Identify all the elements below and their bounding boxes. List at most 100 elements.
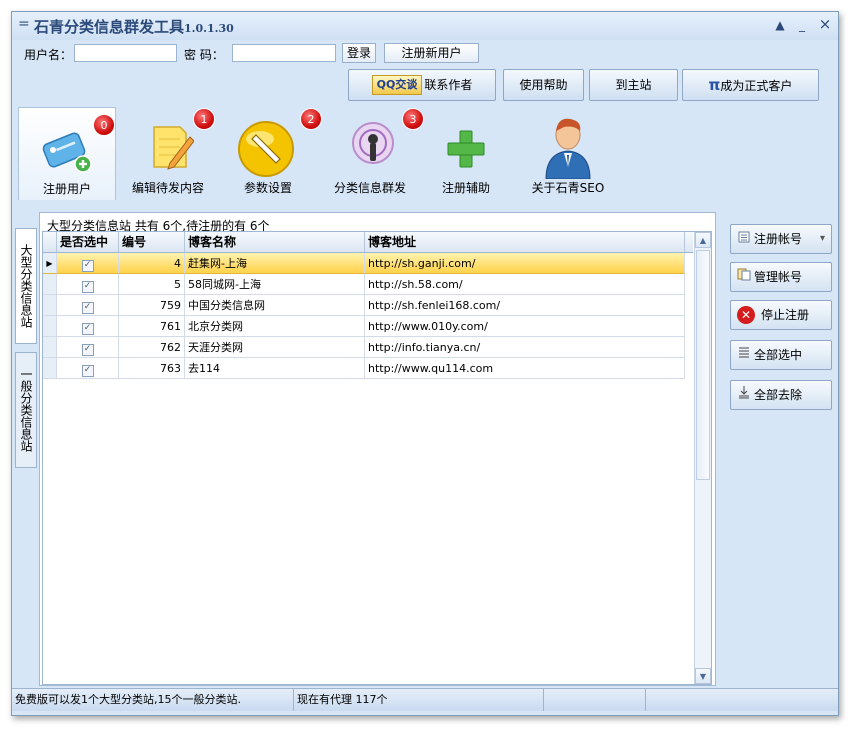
table-row[interactable]: ✓ 762 天涯分类网 http://info.tianya.cn/	[43, 337, 685, 358]
toolbar-label: 关于石青SEO	[531, 181, 605, 195]
sites-panel: 大型分类信息站 共有 6个,待注册的有 6个 是否选中 编号 博客名称 博客地址…	[39, 212, 716, 686]
grid-header: 是否选中 编号 博客名称 博客地址	[43, 232, 693, 253]
row-checkbox[interactable]: ✓	[81, 344, 94, 356]
row-blog-url: http://sh.58.com/	[365, 274, 685, 295]
register-account-button[interactable]: 注册帐号 ▾	[730, 224, 832, 254]
row-checkbox-cell[interactable]: ✓	[57, 358, 119, 379]
select-all-button[interactable]: 全部选中	[730, 340, 832, 370]
toolbar-edit-content[interactable]: 1 编辑待发内容	[120, 107, 216, 199]
scroll-thumb[interactable]	[696, 250, 710, 480]
scroll-down-button[interactable]: ▼	[695, 668, 711, 684]
stop-register-label: 停止注册	[761, 308, 810, 322]
toolbar-label: 注册用户	[42, 182, 91, 196]
row-id: 762	[119, 337, 185, 358]
toolbar-label: 参数设置	[243, 181, 292, 195]
user-avatar-icon	[545, 118, 591, 179]
row-blog-url: http://www.qu114.com	[365, 358, 685, 379]
row-blog-url: http://sh.ganji.com/	[365, 253, 685, 274]
contact-author-label: 联系作者	[424, 78, 473, 92]
status-proxy-count: 现在有代理 117个	[294, 689, 544, 711]
stop-register-button[interactable]: ✕ 停止注册	[730, 300, 832, 330]
minimize-button[interactable]: _	[794, 18, 810, 34]
row-checkbox-cell[interactable]: ✓	[57, 253, 119, 274]
row-blog-name: 北京分类网	[185, 316, 365, 337]
tab-general-sites[interactable]: 一般分类信息站	[15, 352, 37, 468]
manage-account-button[interactable]: 管理帐号	[730, 262, 832, 292]
row-checkbox[interactable]: ✓	[81, 323, 94, 335]
table-row[interactable]: ✓ 761 北京分类网 http://www.010y.com/	[43, 316, 685, 337]
column-header-name[interactable]: 博客名称	[185, 232, 365, 252]
toolbar-label: 编辑待发内容	[131, 181, 204, 195]
toolbar-broadcast[interactable]: 3 分类信息群发	[322, 107, 424, 199]
system-menu-icon[interactable]: =	[18, 16, 30, 32]
tab-large-sites[interactable]: 大型分类信息站	[15, 228, 37, 344]
row-header	[43, 295, 57, 316]
row-checkbox[interactable]: ✓	[81, 302, 94, 314]
row-checkbox-cell[interactable]: ✓	[57, 274, 119, 295]
app-window: = 石青分类信息群发工具1.0.1.30 ▲ _ × 用户名： 密 码： 登录 …	[11, 11, 839, 716]
scroll-up-button[interactable]: ▲	[695, 232, 711, 248]
status-bar: 免费版可以发1个大型分类站,15个一般分类站. 现在有代理 117个	[12, 688, 838, 711]
toolbar-register-user[interactable]: 0 注册用户	[18, 107, 116, 200]
tag-add-icon	[42, 132, 92, 173]
plus-icon	[447, 130, 485, 168]
register-account-label: 注册帐号	[754, 232, 803, 246]
help-button[interactable]: 使用帮助	[503, 69, 584, 101]
table-row[interactable]: ▶ ✓ 4 赶集网-上海 http://sh.ganji.com/	[43, 253, 685, 274]
row-header	[43, 358, 57, 379]
grid-scrollbar[interactable]: ▲ ▼	[694, 232, 711, 684]
remove-all-icon	[737, 381, 751, 409]
note-pencil-icon	[153, 126, 194, 170]
list-icon	[737, 225, 751, 253]
row-id: 763	[119, 358, 185, 379]
table-row[interactable]: ✓ 759 中国分类信息网 http://sh.fenlei168.com/	[43, 295, 685, 316]
title-bar: = 石青分类信息群发工具1.0.1.30 ▲ _ ×	[12, 12, 838, 40]
row-checkbox[interactable]: ✓	[81, 260, 94, 272]
toolbar-badge: 2	[300, 108, 322, 130]
row-blog-name: 中国分类信息网	[185, 295, 365, 316]
current-row-indicator: ▶	[43, 253, 57, 274]
remove-all-button[interactable]: 全部去除	[730, 380, 832, 410]
username-input[interactable]	[74, 44, 177, 62]
row-checkbox-cell[interactable]: ✓	[57, 316, 119, 337]
column-header-checked[interactable]: 是否选中	[57, 232, 119, 252]
table-row[interactable]: ✓ 5 58同城网-上海 http://sh.58.com/	[43, 274, 685, 295]
row-checkbox[interactable]: ✓	[81, 365, 94, 377]
close-button[interactable]: ×	[817, 15, 833, 33]
row-id: 759	[119, 295, 185, 316]
window-title: 石青分类信息群发工具1.0.1.30	[34, 18, 234, 36]
status-free-version: 免费版可以发1个大型分类站,15个一般分类站.	[12, 689, 294, 711]
toolbar-label: 分类信息群发	[333, 181, 406, 195]
password-input[interactable]	[232, 44, 336, 62]
register-new-user-button[interactable]: 注册新用户	[384, 43, 479, 63]
pi-icon: π	[708, 76, 721, 94]
username-label: 用户名：	[24, 48, 73, 62]
password-label: 密 码：	[184, 48, 224, 62]
column-header-id[interactable]: 编号	[119, 232, 185, 252]
row-header	[43, 316, 57, 337]
row-header-corner	[43, 232, 57, 252]
toolbar-badge: 0	[93, 114, 115, 136]
column-header-url[interactable]: 博客地址	[365, 232, 685, 252]
toolbar-badge: 1	[193, 108, 215, 130]
row-checkbox-cell[interactable]: ✓	[57, 295, 119, 316]
become-customer-label: 成为正式客户	[720, 79, 793, 93]
qq-chat-icon: QQ交谈	[371, 75, 423, 95]
row-checkbox[interactable]: ✓	[81, 281, 94, 293]
become-customer-button[interactable]: π成为正式客户	[682, 69, 819, 101]
toolbar-register-assist[interactable]: 注册辅助	[418, 107, 514, 199]
contact-author-button[interactable]: QQ交谈 联系作者	[348, 69, 496, 101]
status-cell-empty	[544, 689, 646, 711]
row-blog-url: http://www.010y.com/	[365, 316, 685, 337]
row-checkbox-cell[interactable]: ✓	[57, 337, 119, 358]
table-row[interactable]: ✓ 763 去114 http://www.qu114.com	[43, 358, 685, 379]
toolbar-settings[interactable]: 2 参数设置	[220, 107, 322, 199]
row-id: 4	[119, 253, 185, 274]
login-button[interactable]: 登录	[342, 43, 376, 63]
homepage-button[interactable]: 到主站	[589, 69, 678, 101]
select-all-icon	[737, 341, 751, 369]
row-blog-name: 赶集网-上海	[185, 253, 365, 274]
toolbar-about[interactable]: 关于石青SEO	[520, 107, 616, 199]
scroll-up-caption-icon[interactable]: ▲	[772, 18, 788, 34]
dropdown-arrow-icon[interactable]: ▾	[820, 225, 825, 253]
